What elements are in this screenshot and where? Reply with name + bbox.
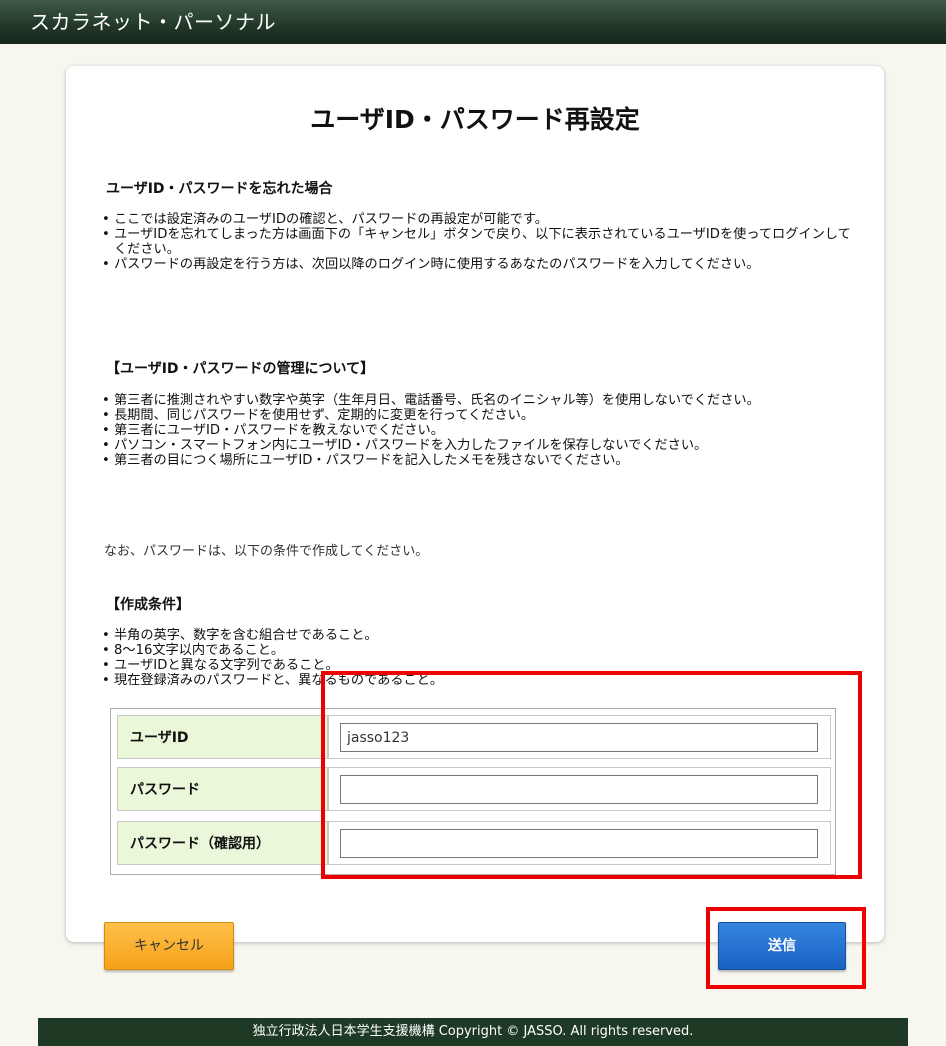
- list-item: 第三者の目につく場所にユーザID・パスワードを記入したメモを残さないでください。: [102, 453, 862, 468]
- list-item: ここでは設定済みのユーザIDの確認と、パスワードの再設定が可能です。: [102, 212, 862, 227]
- list-item: ユーザIDを忘れてしまった方は画面下の「キャンセル」ボタンで戻り、以下に表示され…: [102, 227, 862, 257]
- list-item: 8～16文字以内であること。: [102, 643, 862, 658]
- forgot-list: ここでは設定済みのユーザIDの確認と、パスワードの再設定が可能です。 ユーザID…: [102, 212, 862, 272]
- password-label: パスワード: [117, 767, 328, 811]
- conditions-heading: 【作成条件】: [106, 597, 190, 613]
- userid-label: ユーザID: [117, 715, 328, 759]
- app-title: スカラネット・パーソナル: [30, 10, 276, 34]
- page-title: ユーザID・パスワード再設定: [310, 105, 640, 134]
- forgot-heading: ユーザID・パスワードを忘れた場合: [106, 181, 333, 197]
- list-item: パスワードの再設定を行う方は、次回以降のログイン時に使用するあなたのパスワードを…: [102, 257, 862, 272]
- highlight-box-submit: [706, 907, 866, 989]
- list-item: 第三者に推測されやすい数字や英字（生年月日、電話番号、氏名のイニシャル等）を使用…: [102, 393, 862, 408]
- footer: 独立行政法人日本学生支援機構 Copyright © JASSO. All ri…: [38, 1018, 908, 1046]
- list-item: パソコン・スマートフォン内にユーザID・パスワードを入力したファイルを保存しない…: [102, 438, 862, 453]
- management-list: 第三者に推測されやすい数字や英字（生年月日、電話番号、氏名のイニシャル等）を使用…: [102, 393, 862, 468]
- list-item: 半角の英字、数字を含む組合せであること。: [102, 628, 862, 643]
- copyright-text: 独立行政法人日本学生支援機構 Copyright © JASSO. All ri…: [252, 1024, 694, 1039]
- list-item: 第三者にユーザID・パスワードを教えないでください。: [102, 423, 862, 438]
- cancel-button[interactable]: キャンセル: [104, 922, 234, 970]
- highlight-box-inputs: [321, 671, 862, 879]
- app-header: スカラネット・パーソナル: [0, 0, 946, 44]
- password-note: なお、パスワードは、以下の条件で作成してください。: [104, 544, 429, 559]
- confirm-label: パスワード（確認用）: [117, 821, 328, 865]
- list-item: 長期間、同じパスワードを使用せず、定期的に変更を行ってください。: [102, 408, 862, 423]
- management-heading: 【ユーザID・パスワードの管理について】: [106, 361, 375, 377]
